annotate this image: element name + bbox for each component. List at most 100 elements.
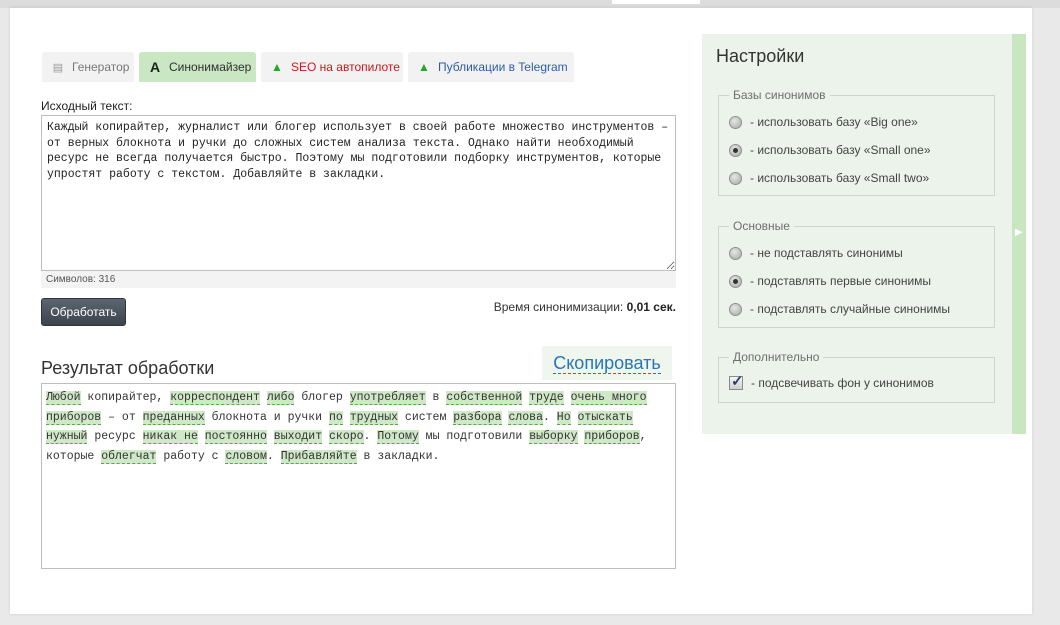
letter-a-icon: A xyxy=(149,59,161,75)
synonym-word[interactable]: употребляет xyxy=(349,391,426,405)
group-main: Основные - не подставлять синонимы - под… xyxy=(718,219,995,328)
tab-seo-label: SEO на автопилоте xyxy=(291,60,400,74)
tab-telegram[interactable]: ▲ Публикации в Telegram xyxy=(408,52,574,82)
result-text: работу с xyxy=(156,449,226,463)
synonym-word[interactable]: слова xyxy=(508,410,543,425)
result-text: . xyxy=(266,449,281,463)
radio-option-first-synonyms[interactable]: - подставлять первые синонимы xyxy=(729,273,931,289)
radio-label: - использовать базу «Small two» xyxy=(750,171,930,185)
arrow-up-icon: ▲ xyxy=(418,60,430,74)
tab-synonymizer[interactable]: A Синонимайзер xyxy=(139,52,256,82)
synonym-word[interactable]: никак не xyxy=(142,430,198,444)
synonym-word[interactable]: нужный xyxy=(46,430,88,444)
result-text xyxy=(322,430,329,443)
synonym-word[interactable]: отыскать xyxy=(577,410,633,425)
result-text: – от xyxy=(101,410,143,424)
synonym-word[interactable]: приборов xyxy=(584,430,640,444)
radio-button[interactable] xyxy=(729,171,742,185)
process-button[interactable]: Обработать xyxy=(41,298,126,326)
radio-label: - подставлять случайные синонимы xyxy=(750,302,951,316)
checkbox-label: - подсвечивать фон у синонимов xyxy=(751,376,934,390)
radio-button[interactable] xyxy=(729,246,742,260)
result-title: Результат обработки xyxy=(41,358,215,378)
synonym-word[interactable]: трудных xyxy=(349,410,399,425)
result-text xyxy=(260,391,267,404)
radio-option-base-small-two[interactable]: - использовать базу «Small two» xyxy=(729,170,929,186)
group-synonym-bases-legend: Базы синонимов xyxy=(729,88,830,102)
timing-label: Время синонимизации: xyxy=(493,300,624,314)
arrow-up-icon: ▲ xyxy=(271,60,283,74)
result-text: блогер xyxy=(294,391,350,404)
result-text: . xyxy=(363,430,378,443)
radio-label: - не подставлять синонимы xyxy=(750,246,903,260)
result-output[interactable]: Любой копирайтер, корреспондент либо бло… xyxy=(41,383,676,569)
result-text xyxy=(571,411,578,424)
synonym-word[interactable]: очень много xyxy=(570,391,647,405)
char-count-bar: Символов: 316 xyxy=(41,271,676,288)
radio-label: - использовать базу «Small one» xyxy=(750,143,931,157)
synonym-word[interactable]: постоянно xyxy=(204,430,267,444)
result-text: . xyxy=(542,410,557,424)
top-strip xyxy=(0,0,1060,8)
synonym-word[interactable]: корреспондент xyxy=(170,391,260,405)
radio-option-base-small-one[interactable]: - использовать базу «Small one» xyxy=(729,142,931,158)
source-label: Исходный текст: xyxy=(41,99,133,113)
synonym-word[interactable]: по xyxy=(329,410,343,425)
checkmark-icon: ✓ xyxy=(731,373,744,390)
source-textarea[interactable]: Каждый копирайтер, журналист или блогер … xyxy=(41,115,676,271)
result-text: систем xyxy=(398,410,454,424)
highlight-checkbox[interactable]: ✓ xyxy=(729,373,744,390)
group-extra: Дополнительно ✓ - подсвечивать фон у син… xyxy=(718,350,995,403)
synonym-word[interactable]: Потому xyxy=(377,430,419,444)
synonym-word[interactable]: выборку xyxy=(529,430,578,444)
result-text: блокнота и ручки xyxy=(204,410,329,424)
synonym-word[interactable]: Прибавляйте xyxy=(280,449,357,464)
result-text xyxy=(198,430,205,443)
result-text: в закладки. xyxy=(356,449,440,463)
settings-title: Настройки xyxy=(716,46,805,66)
radio-button[interactable] xyxy=(729,143,742,157)
result-text xyxy=(564,391,571,404)
radio-button[interactable] xyxy=(729,302,742,316)
synonym-word[interactable]: Но xyxy=(556,410,571,425)
synonym-word[interactable]: труде xyxy=(529,391,564,405)
char-count: Символов: 316 xyxy=(46,274,116,285)
tab-telegram-label: Публикации в Telegram xyxy=(438,60,568,74)
synonym-word[interactable]: выходит xyxy=(273,430,323,444)
radio-option-no-synonyms[interactable]: - не подставлять синонимы xyxy=(729,245,903,261)
result-text: в xyxy=(425,391,447,404)
checkbox-option-highlight[interactable]: ✓ - подсвечивать фон у синонимов xyxy=(729,373,934,391)
group-extra-legend: Дополнительно xyxy=(729,350,824,364)
synonym-word[interactable]: преданных xyxy=(142,410,205,425)
radio-option-base-big[interactable]: - использовать базу «Big one» xyxy=(729,114,918,130)
radio-option-random-synonyms[interactable]: - подставлять случайные синонимы xyxy=(729,301,950,317)
group-synonym-bases: Базы синонимов - использовать базу «Big … xyxy=(718,88,995,196)
synonym-word[interactable]: приборов xyxy=(46,410,102,425)
result-text: мы подготовили xyxy=(418,430,530,443)
timing-value: 0,01 сек. xyxy=(626,300,676,314)
radio-button[interactable] xyxy=(729,115,742,129)
document-icon: ▤ xyxy=(52,61,64,74)
tab-generator[interactable]: ▤ Генератор xyxy=(42,52,134,82)
timing-info: Время синонимизации: 0,01 сек. xyxy=(494,300,676,314)
copy-button-label: Скопировать xyxy=(553,352,661,374)
radio-label: - использовать базу «Big one» xyxy=(750,115,918,129)
result-text: ресурс xyxy=(87,430,143,443)
copy-button[interactable]: Скопировать xyxy=(542,346,672,380)
tab-generator-label: Генератор xyxy=(72,60,130,74)
synonym-word[interactable]: Любой xyxy=(46,391,81,405)
radio-button[interactable] xyxy=(729,274,742,288)
synonym-word[interactable]: разбора xyxy=(453,410,502,425)
settings-panel-toggle[interactable]: ▶ xyxy=(1012,34,1026,434)
result-text: копирайтер, xyxy=(80,391,171,404)
synonym-word[interactable]: словом xyxy=(225,449,267,464)
synonym-word[interactable]: скоро xyxy=(329,430,364,444)
synonym-word[interactable]: собственной xyxy=(446,391,523,405)
synonym-word[interactable]: либо xyxy=(266,391,295,405)
tab-seo[interactable]: ▲ SEO на автопилоте xyxy=(261,52,403,82)
synonym-word[interactable]: облегчат xyxy=(101,449,157,464)
result-text xyxy=(267,430,274,443)
tab-synonymizer-label: Синонимайзер xyxy=(169,60,252,74)
top-strip-notch xyxy=(612,0,700,4)
panel-arrow-icon: ▶ xyxy=(1015,227,1023,238)
